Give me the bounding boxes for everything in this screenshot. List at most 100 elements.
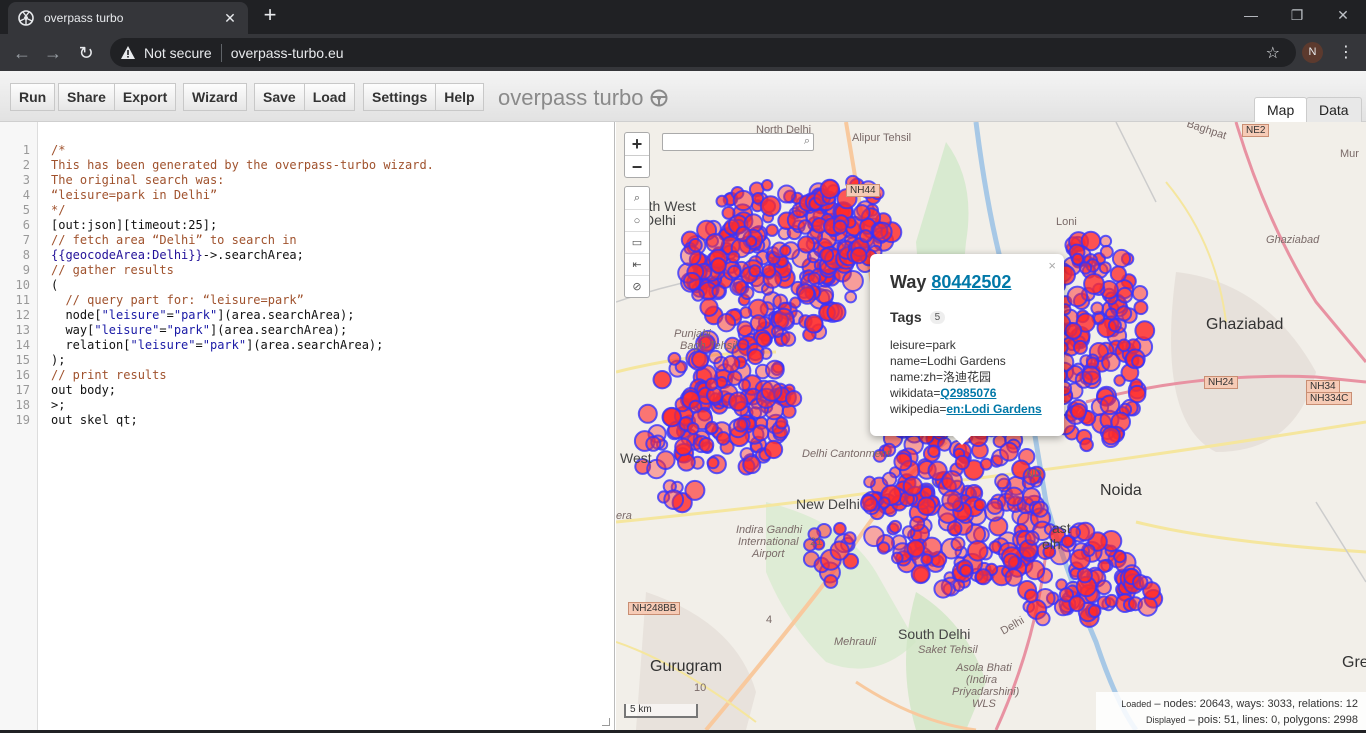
park-marker[interactable] <box>785 390 803 408</box>
park-marker[interactable] <box>761 179 774 192</box>
park-marker[interactable] <box>954 454 970 471</box>
park-marker[interactable] <box>736 338 750 351</box>
code-line[interactable]: way["leisure"="park"](area.searchArea); <box>51 323 347 337</box>
park-marker[interactable] <box>682 272 702 291</box>
park-marker[interactable] <box>803 313 824 334</box>
park-marker[interactable] <box>704 377 719 391</box>
tab-map[interactable]: Map <box>1254 97 1308 122</box>
park-marker[interactable] <box>959 564 973 578</box>
close-window-button[interactable]: ✕ <box>1320 0 1366 30</box>
wikidata-link[interactable]: Q2985076 <box>940 386 996 400</box>
wizard-button[interactable]: Wizard <box>183 83 247 111</box>
park-marker[interactable] <box>829 540 850 561</box>
park-marker[interactable] <box>764 439 784 460</box>
park-marker[interactable] <box>1024 588 1039 604</box>
park-marker[interactable] <box>715 194 729 208</box>
park-marker[interactable] <box>1024 559 1046 581</box>
code-line[interactable]: /* <box>51 143 65 157</box>
park-marker[interactable] <box>1035 610 1051 627</box>
export-button[interactable]: Export <box>114 83 177 111</box>
code-line[interactable]: ( <box>51 278 58 292</box>
park-marker[interactable] <box>807 271 821 286</box>
help-button[interactable]: Help <box>436 83 484 111</box>
park-marker[interactable] <box>771 325 784 338</box>
park-marker[interactable] <box>742 455 762 475</box>
park-marker[interactable] <box>1081 365 1101 386</box>
park-marker[interactable] <box>775 416 789 430</box>
park-marker[interactable] <box>966 540 989 562</box>
park-marker[interactable] <box>850 246 868 265</box>
park-marker[interactable] <box>1087 604 1102 619</box>
park-marker[interactable] <box>752 424 770 442</box>
park-marker[interactable] <box>858 229 873 243</box>
minimize-button[interactable]: — <box>1228 0 1274 30</box>
load-button[interactable]: Load <box>304 83 356 111</box>
park-marker[interactable] <box>941 489 963 512</box>
park-marker[interactable] <box>726 370 743 386</box>
park-marker[interactable] <box>684 479 706 501</box>
park-marker[interactable] <box>663 489 685 511</box>
reload-icon[interactable]: ↻ <box>73 40 99 66</box>
zoom-in-button[interactable]: + <box>625 133 649 155</box>
park-marker[interactable] <box>727 264 742 279</box>
park-marker[interactable] <box>1099 234 1113 248</box>
park-marker[interactable] <box>796 283 816 303</box>
code-line[interactable]: // print results <box>51 368 167 382</box>
park-marker[interactable] <box>893 452 913 472</box>
locate-icon[interactable]: ○ <box>625 209 649 231</box>
code-line[interactable]: relation["leisure"="park"](area.searchAr… <box>51 338 383 352</box>
park-marker[interactable] <box>1116 286 1134 304</box>
park-marker[interactable] <box>1101 352 1121 372</box>
park-marker[interactable] <box>1066 285 1089 308</box>
park-marker[interactable] <box>727 250 741 264</box>
park-marker[interactable] <box>1107 318 1122 333</box>
park-marker[interactable] <box>1099 394 1121 416</box>
park-marker[interactable] <box>1113 374 1126 387</box>
park-marker[interactable] <box>1083 273 1105 295</box>
park-marker[interactable] <box>1078 261 1093 275</box>
park-marker[interactable] <box>780 331 797 347</box>
park-marker[interactable] <box>797 219 813 235</box>
park-marker[interactable] <box>832 219 848 235</box>
park-marker[interactable] <box>1131 354 1145 369</box>
park-marker[interactable] <box>872 221 893 243</box>
park-marker[interactable] <box>761 263 777 279</box>
park-marker[interactable] <box>979 457 993 471</box>
park-marker[interactable] <box>760 379 783 402</box>
park-marker[interactable] <box>765 359 785 380</box>
park-marker[interactable] <box>994 473 1011 490</box>
park-marker[interactable] <box>843 531 857 545</box>
park-marker[interactable] <box>691 288 705 302</box>
resize-handle-icon[interactable] <box>602 718 610 726</box>
park-marker[interactable] <box>710 257 727 274</box>
park-marker[interactable] <box>891 551 904 565</box>
back-arrow-icon[interactable]: ← <box>9 40 35 66</box>
park-marker[interactable] <box>992 433 1007 449</box>
park-marker[interactable] <box>661 406 682 428</box>
park-marker[interactable] <box>655 450 676 471</box>
park-marker[interactable] <box>674 437 693 457</box>
park-marker[interactable] <box>728 391 749 412</box>
clear-icon[interactable]: ⊘ <box>625 275 649 297</box>
address-bar[interactable]: Not secure overpass-turbo.eu ☆ <box>110 38 1296 67</box>
park-marker[interactable] <box>1133 300 1149 316</box>
park-marker[interactable] <box>1131 285 1149 302</box>
park-marker[interactable] <box>881 471 898 487</box>
park-marker[interactable] <box>933 579 953 599</box>
park-marker[interactable] <box>902 476 923 497</box>
park-marker[interactable] <box>1132 574 1149 591</box>
park-marker[interactable] <box>941 470 963 492</box>
park-marker[interactable] <box>823 574 839 589</box>
park-marker[interactable] <box>952 579 966 592</box>
park-marker[interactable] <box>1079 437 1094 453</box>
park-marker[interactable] <box>745 235 758 248</box>
park-marker[interactable] <box>711 284 726 299</box>
park-marker[interactable] <box>906 539 926 558</box>
park-marker[interactable] <box>1068 595 1086 613</box>
popup-close-icon[interactable]: × <box>1048 258 1056 273</box>
park-marker[interactable] <box>645 435 662 452</box>
code-line[interactable]: [out:json][timeout:25]; <box>51 218 217 232</box>
park-marker[interactable] <box>765 223 779 237</box>
settings-button[interactable]: Settings <box>363 83 437 111</box>
park-marker[interactable] <box>1134 320 1156 342</box>
